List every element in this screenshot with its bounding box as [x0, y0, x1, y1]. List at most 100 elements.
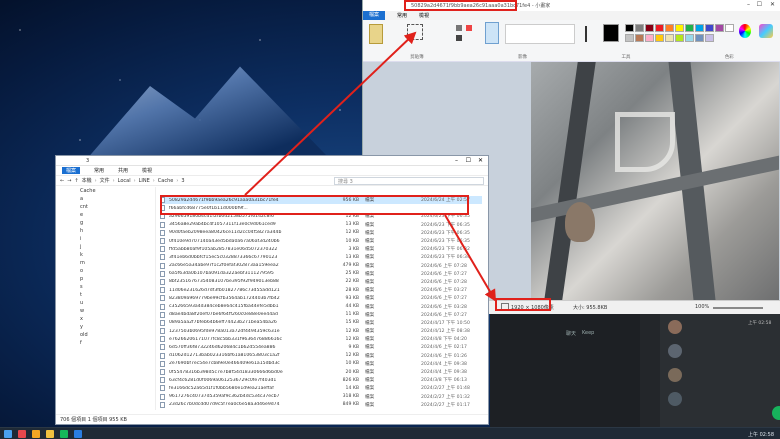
sidebar-item[interactable]: a: [56, 195, 155, 203]
sidebar-item[interactable]: w: [56, 307, 155, 315]
new-chat-button[interactable]: [772, 406, 780, 420]
palette-color-swatch[interactable]: [725, 24, 734, 32]
menu-home[interactable]: 常用: [94, 167, 104, 174]
line-icon[interactable]: [60, 430, 68, 438]
palette-color-swatch[interactable]: [715, 24, 724, 32]
palette-color-swatch[interactable]: [675, 33, 684, 42]
avatar[interactable]: [668, 392, 682, 406]
palette-color-swatch[interactable]: [695, 33, 704, 42]
explorer-close-icon[interactable]: ✕: [478, 157, 483, 164]
palette-color-swatch[interactable]: [655, 24, 664, 32]
search-input[interactable]: 搜尋 3: [334, 176, 484, 185]
avatar[interactable]: [668, 344, 682, 358]
file-row[interactable]: 1237503b0695fde978a013a72df4494359c631e 1…: [160, 327, 482, 335]
file-row[interactable]: 089a5aa2f7bfeb64b6eff74423b271bea54ba26 1…: [160, 319, 482, 327]
fill-icon[interactable]: [465, 25, 472, 31]
sidebar-item[interactable]: h: [56, 227, 155, 235]
chrome-icon[interactable]: [32, 430, 40, 438]
palette-color-swatch[interactable]: [695, 24, 704, 32]
tab-view[interactable]: 檢視: [419, 12, 429, 19]
edit-colors-icon[interactable]: [739, 24, 751, 38]
crumb-5[interactable]: 3: [181, 178, 184, 184]
file-row[interactable]: 8bf23516767354083107be395f92f949013eb88 2…: [160, 278, 482, 286]
file-row[interactable]: 63cf4c6281d0f0069a0612536729c0fe7f403d1 8…: [160, 376, 482, 384]
app-icon[interactable]: [18, 430, 26, 438]
paint-icon[interactable]: [74, 430, 82, 438]
file-row[interactable]: 6a5f63da0b107ba091da322aebf3111279595 25 …: [160, 270, 482, 278]
tab-home[interactable]: 常用: [397, 12, 407, 19]
file-row[interactable]: fe3166dc52a65d1f1f0bb5680e1d9ea21aeffaf 1…: [160, 384, 482, 392]
paint3d-icon[interactable]: [759, 24, 773, 38]
sidebar-item[interactable]: i: [56, 235, 155, 243]
palette-color-swatch[interactable]: [645, 33, 654, 42]
sidebar-item[interactable]: s: [56, 283, 155, 291]
select-icon[interactable]: [407, 24, 423, 40]
back-icon[interactable]: ←: [60, 178, 64, 184]
avatar[interactable]: [668, 320, 682, 334]
avatar[interactable]: [668, 368, 682, 382]
forward-icon[interactable]: →: [67, 178, 71, 184]
file-row[interactable]: 3456a8e29ab4bc4f1057311f13e0c9d061ced9 13…: [160, 221, 482, 229]
sidebar-item[interactable]: u: [56, 299, 155, 307]
file-row[interactable]: 2e7690bf7ec54e7cb89e0e466409e61a15dbd3c 1…: [160, 360, 482, 368]
sidebar-item[interactable]: m: [56, 259, 155, 267]
palette-color-swatch[interactable]: [705, 24, 714, 32]
maximize-icon[interactable]: ☐: [757, 1, 762, 8]
palette-color-swatch[interactable]: [665, 33, 674, 42]
brush-icon[interactable]: [485, 22, 499, 44]
palette-color-swatch[interactable]: [635, 24, 644, 32]
sidebar-item[interactable]: g: [56, 219, 155, 227]
address-bar[interactable]: ← → ↑ 本機 › 文件 › Local › LINE › Cache › 3 搜尋 3: [56, 175, 488, 186]
palette-color-swatch[interactable]: [705, 33, 714, 42]
file-row[interactable]: 9617276c40737d5359af9c362b4dc534c37ecb7 3…: [160, 393, 482, 401]
crumb-3[interactable]: LINE: [139, 178, 150, 184]
menu-share[interactable]: 共用: [118, 167, 128, 174]
canvas-photo[interactable]: [531, 62, 779, 300]
explorer-minimize-icon[interactable]: –: [455, 157, 458, 164]
crumb-1[interactable]: 文件: [100, 177, 110, 184]
file-row[interactable]: c35266593a4d384ceb8e64c415fba44efe5dbb1 4…: [160, 302, 482, 310]
sidebar-item[interactable]: o: [56, 267, 155, 275]
paste-icon[interactable]: [369, 24, 383, 44]
shapes-gallery[interactable]: [505, 24, 575, 44]
file-row[interactable]: ffd5abb80af9f105ab2857831e06d5072370322 3…: [160, 245, 482, 253]
file-row[interactable]: 90d0faeb2098eea80426ce11d2cc04f5827a344b…: [160, 229, 482, 237]
sidebar-item[interactable]: f: [56, 339, 155, 347]
file-row[interactable]: 0f410e9d707140a43ed5bda0a67a06af3d240b6 1…: [160, 237, 482, 245]
sidebar-item[interactable]: y: [56, 323, 155, 331]
file-row[interactable]: 2ac66e5a34abe97f1c2f0efaf302873aa159eea2…: [160, 262, 482, 270]
palette-color-swatch[interactable]: [665, 24, 674, 32]
sidebar-item[interactable]: old: [56, 331, 155, 339]
line-tab-chats[interactable]: 聊天: [566, 330, 576, 337]
minimize-icon[interactable]: –: [747, 1, 750, 8]
palette-color-swatch[interactable]: [685, 24, 694, 32]
line-tab-keep[interactable]: Keep: [582, 330, 594, 336]
tab-file[interactable]: 檔案: [363, 11, 386, 20]
start-icon[interactable]: [4, 430, 12, 438]
folder-icon[interactable]: [46, 430, 54, 438]
sidebar-item[interactable]: t: [56, 291, 155, 299]
menu-file[interactable]: 檔案: [62, 167, 81, 174]
zoom-slider[interactable]: [713, 307, 763, 309]
menu-view[interactable]: 檢視: [142, 167, 152, 174]
sidebar-item[interactable]: p: [56, 275, 155, 283]
up-icon[interactable]: ↑: [74, 178, 78, 184]
size-icon[interactable]: [585, 26, 595, 42]
file-row[interactable]: 6d570ff36f8732246d620684c1b62d554ea886 9 …: [160, 343, 482, 351]
palette-color-swatch[interactable]: [625, 24, 634, 32]
crumb-4[interactable]: Cache: [158, 178, 174, 184]
palette-color-swatch[interactable]: [625, 33, 634, 42]
palette-color-swatch[interactable]: [675, 24, 684, 32]
sidebar-item[interactable]: Cache: [56, 187, 155, 195]
file-row[interactable]: 3f41eb6d0bbfcf15ec5c0328873366c67790123 1…: [160, 253, 482, 261]
file-row[interactable]: 23d26c7b0dcdd07d9c5f7ea0c6e58a3d46e9d74 8…: [160, 401, 482, 409]
crumb-2[interactable]: Local: [118, 178, 131, 184]
sidebar-item[interactable]: k: [56, 251, 155, 259]
pencil-icon[interactable]: [456, 25, 462, 31]
sidebar-item[interactable]: e: [56, 211, 155, 219]
sidebar-item[interactable]: cnt: [56, 203, 155, 211]
file-row[interactable]: d8ae4bda8f20ef07be6f64ff260c0e88e0ee44ad…: [160, 311, 482, 319]
palette-color-swatch[interactable]: [645, 24, 654, 32]
palette-color-swatch[interactable]: [635, 33, 644, 42]
sidebar-item[interactable]: x: [56, 315, 155, 323]
